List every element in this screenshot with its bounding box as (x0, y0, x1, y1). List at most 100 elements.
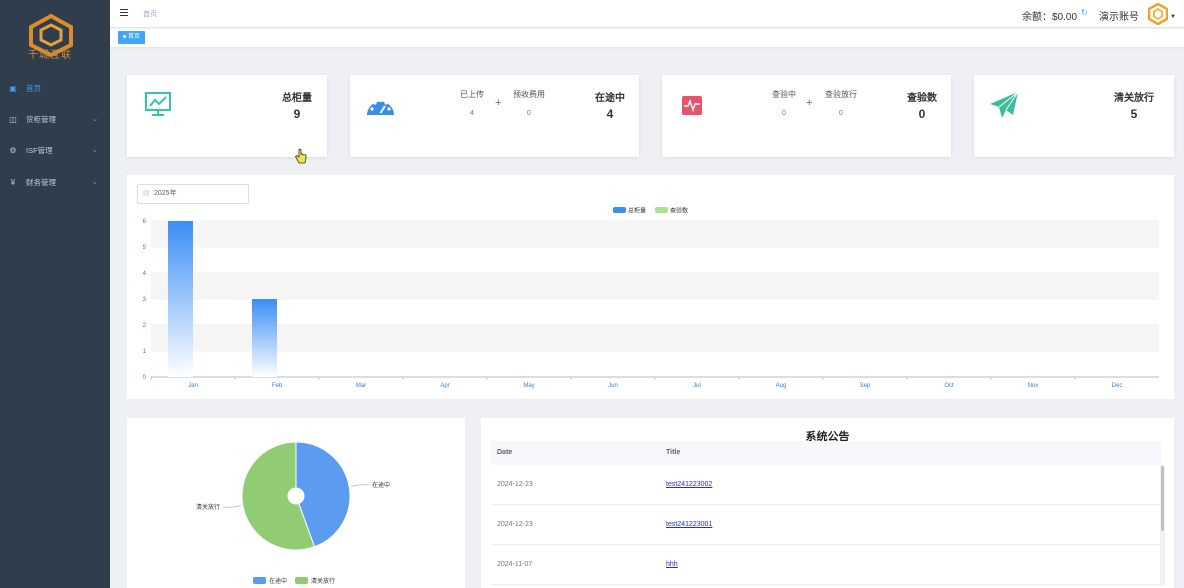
chevron-down-icon: ⌄ (92, 147, 98, 154)
stat-title: 查验数 (907, 93, 937, 104)
table-row: 2024-12-23 test241223001 (491, 505, 1161, 545)
paper-plane-icon (990, 91, 1019, 118)
hand-cursor-icon (294, 148, 307, 164)
chevron-down-icon: ⌄ (92, 179, 98, 186)
y-tick-label: 0 (143, 375, 147, 381)
plus-icon: + (495, 97, 502, 109)
x-tick-label: Jan (188, 383, 198, 389)
refresh-icon[interactable]: ↻ (1081, 8, 1088, 17)
sidebar-item-finance[interactable]: ¥ 财务管理 ⌄ (0, 170, 110, 194)
legend-label: 在途中 (269, 577, 287, 585)
chevron-down-icon: ⌄ (92, 116, 98, 123)
stat-value: 5 (1130, 107, 1138, 121)
sub-value: 0 (527, 110, 531, 117)
bar-总柜量 (252, 299, 277, 377)
stat-title: 总柜量 (282, 93, 312, 104)
monitor-chart-icon (145, 92, 171, 116)
y-tick-label: 2 (143, 323, 147, 329)
balance-label: 余额：$0.00 (1022, 12, 1078, 23)
pie-label-line (351, 484, 370, 487)
logo-text: 千城互联 (28, 50, 72, 61)
notice-link[interactable]: test241223002 (666, 481, 712, 488)
stat-title: 清关放行 (1114, 93, 1154, 104)
x-tick-label: Jul (693, 383, 701, 389)
x-tick-label: Mar (356, 383, 366, 389)
container-icon: ◫ (9, 114, 17, 124)
grid-band (151, 221, 1159, 247)
grid-band (151, 325, 1159, 351)
stat-card-total[interactable]: 总柜量 9 (127, 75, 327, 157)
x-tick-label: Feb (272, 383, 283, 389)
stat-card-transit[interactable]: 已上传 4 + 预收费用 0 在途中 4 (350, 75, 639, 157)
legend-label: 清关放行 (311, 577, 335, 585)
stat-value: 4 (606, 107, 614, 121)
sub-value: 0 (839, 110, 843, 117)
table-row: 2024-11-07 hhh (491, 545, 1161, 585)
tags-view: 首页 (110, 29, 1184, 47)
account-name[interactable]: 演示账号 (1099, 8, 1139, 23)
home-icon: ▣ (9, 83, 17, 93)
notice-date: 2024-12-23 (497, 481, 533, 488)
tag-home[interactable]: 首页 (118, 31, 146, 44)
sub-value: 0 (782, 110, 786, 117)
sub-value: 4 (470, 110, 474, 117)
grid-band (151, 273, 1159, 299)
y-tick-label: 5 (143, 245, 147, 251)
monthly-bar-chart: 0 1 2 3 4 5 6 Jan Feb Mar Apr May Jun Jul Aug Sep Oct Nov… (143, 207, 1159, 389)
sidebar: 千城互联 ▣ 首页 ◫ 货柜管理 ⌄ ⚙ ISF管理 ⌄ ¥ 财务管理 ⌄ (0, 0, 110, 588)
sub-label: 查验放行 (825, 90, 857, 99)
sidebar-item-label: 首页 (26, 83, 41, 93)
sub-label: 已上传 (460, 90, 484, 99)
pie-chart-panel: 在途中 清关放行 在途中 清关放行 (127, 418, 465, 588)
y-tick-label: 6 (143, 219, 147, 225)
legend-swatch (613, 207, 626, 213)
y-tick-label: 4 (143, 271, 147, 277)
caret-down-icon[interactable]: ▼ (1170, 14, 1176, 20)
notice-date: 2024-11-07 (497, 561, 533, 568)
notice-link[interactable]: test241223001 (666, 521, 712, 528)
yen-icon: ¥ (10, 177, 16, 187)
pie-label-line (222, 505, 241, 508)
y-tick-label: 1 (143, 349, 147, 355)
legend-swatch (253, 577, 266, 584)
table-row: 2024-12-23 test241223002 (491, 465, 1161, 505)
notice-link[interactable]: hhh (666, 561, 678, 568)
plus-icon: + (806, 97, 813, 109)
top-header: 首页 余额：$0.00 ↻ 演示账号 ▼ (110, 0, 1184, 28)
x-tick-label: Aug (776, 383, 787, 389)
stat-title: 在途中 (595, 93, 625, 104)
sidebar-item-label: 财务管理 (26, 177, 56, 187)
x-tick-label: May (523, 383, 534, 389)
avatar[interactable] (1148, 3, 1168, 25)
sidebar-item-container[interactable]: ◫ 货柜管理 ⌄ (0, 107, 110, 131)
notice-date: 2024-12-23 (497, 521, 533, 528)
pie-label: 清关放行 (196, 503, 220, 511)
scrollbar-thumb[interactable] (1161, 466, 1164, 531)
x-tick-label: Dec (1112, 383, 1123, 389)
gear-icon: ⚙ (9, 145, 17, 155)
stat-card-inspect[interactable]: 查验中 0 + 查验放行 0 查验数 0 (662, 75, 951, 157)
table-header: Date Title (491, 441, 1161, 465)
sub-label: 预收费用 (513, 90, 545, 99)
y-tick-label: 3 (143, 297, 147, 303)
sidebar-item-label: 货柜管理 (26, 114, 56, 124)
x-tick-label: Apr (440, 383, 449, 389)
breadcrumb: 首页 (143, 11, 157, 18)
dashboard-gauge-icon (367, 98, 394, 115)
sidebar-item-isf[interactable]: ⚙ ISF管理 ⌄ (0, 138, 110, 162)
sub-label: 查验中 (772, 90, 796, 99)
bar-总柜量 (168, 221, 193, 377)
legend-swatch (655, 207, 668, 213)
bar-chart-panel: ▤ 2025年 0 1 2 3 4 5 6 Jan Feb Mar Apr May Jun Jul Aug S… (127, 175, 1174, 399)
column-header-title: Title (666, 449, 681, 456)
sidebar-item-home[interactable]: ▣ 首页 (0, 76, 110, 100)
legend-label: 查验数 (670, 207, 688, 215)
stat-card-cleared[interactable]: 清关放行 5 (974, 75, 1174, 157)
x-tick-label: Jun (608, 383, 618, 389)
monitor-pulse-icon (682, 96, 702, 115)
legend-swatch (295, 577, 308, 584)
legend-label: 总柜量 (628, 207, 646, 215)
pie-label: 在途中 (372, 481, 390, 489)
x-tick-label: Sep (860, 383, 871, 389)
menu-toggle-icon[interactable] (120, 9, 128, 17)
